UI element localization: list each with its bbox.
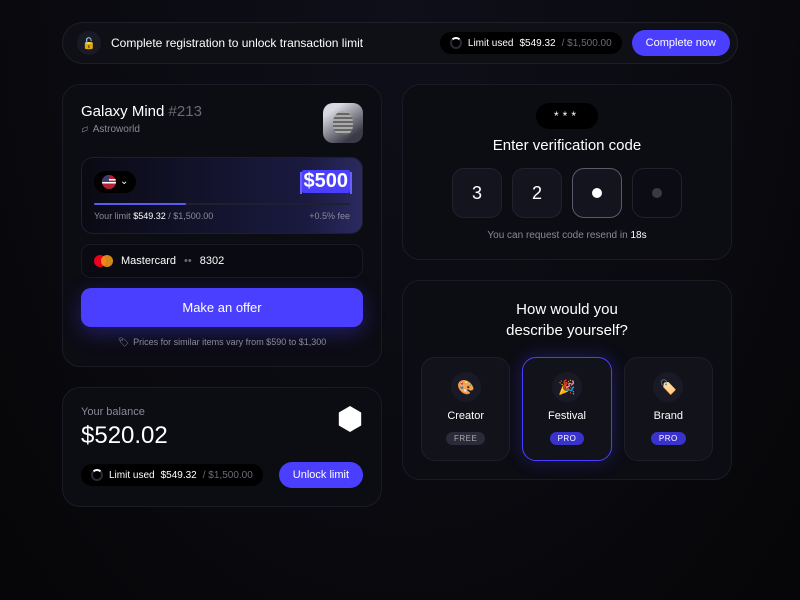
price-hint: 🏷 Prices for similar items vary from $59… [81, 337, 363, 348]
code-mask: *** [536, 103, 598, 129]
spinner-icon [91, 469, 103, 481]
nft-avatar [323, 103, 363, 143]
verification-card: *** Enter verification code 3 2 You can … [402, 84, 732, 260]
limit-used: $549.32 [519, 38, 555, 49]
code-cell-1[interactable]: 3 [452, 168, 502, 218]
make-offer-button[interactable]: Make an offer [81, 288, 363, 327]
describe-card: How would you describe yourself? 🎨 Creat… [402, 280, 732, 480]
offer-collection: ▱ Astroworld [81, 124, 202, 135]
payment-method[interactable]: Mastercard •• 8302 [81, 244, 363, 278]
balance-label: Your balance [81, 406, 363, 418]
unlock-limit-button[interactable]: Unlock limit [279, 462, 363, 488]
amount-box: ⌄ $500 Your limit $549.32 / $1,500.00 +0… [81, 157, 363, 234]
limit-pill: Limit used $549.32 / $1,500.00 [440, 32, 622, 54]
complete-now-button[interactable]: Complete now [632, 30, 730, 56]
tag-icon: ▱ [79, 123, 90, 136]
palette-icon: 🎨 [451, 372, 481, 402]
balance-value: $520.02 [81, 422, 363, 450]
us-flag-icon [102, 175, 116, 189]
banner-text: Complete registration to unlock transact… [111, 36, 430, 50]
verify-title: Enter verification code [421, 137, 713, 154]
spinner-icon [450, 37, 462, 49]
currency-selector[interactable]: ⌄ [94, 171, 136, 193]
option-brand[interactable]: 🏷️ Brand PRO [624, 357, 713, 461]
amount-input[interactable]: $500 [302, 170, 351, 193]
code-cell-2[interactable]: 2 [512, 168, 562, 218]
fee-label: +0.5% fee [309, 211, 350, 221]
limit-total: / $1,500.00 [562, 38, 612, 49]
limit-label: Limit used [468, 38, 514, 49]
offer-card: Galaxy Mind #213 ▱ Astroworld ⌄ $500 [62, 84, 382, 367]
describe-title: How would you describe yourself? [421, 299, 713, 341]
chevron-down-icon: ⌄ [120, 176, 128, 187]
option-festival[interactable]: 🎉 Festival PRO [522, 357, 611, 461]
mastercard-icon [94, 255, 113, 267]
unlock-icon: 🔓 [77, 31, 101, 55]
tag-icon: 🏷 [118, 337, 129, 348]
option-creator[interactable]: 🎨 Creator FREE [421, 357, 510, 461]
balance-card: Your balance $520.02 Limit used $549.32 … [62, 387, 382, 507]
balance-limit-pill: Limit used $549.32 / $1,500.00 [81, 464, 263, 486]
confetti-icon: 🎉 [552, 372, 582, 402]
limit-progress [94, 203, 350, 205]
label-icon: 🏷️ [653, 372, 683, 402]
registration-banner: 🔓 Complete registration to unlock transa… [62, 22, 738, 64]
code-cell-4[interactable] [632, 168, 682, 218]
offer-title: Galaxy Mind #213 [81, 103, 202, 120]
code-cell-3[interactable] [572, 168, 622, 218]
code-input-row: 3 2 [421, 168, 713, 218]
resend-text: You can request code resend in 18s [421, 230, 713, 241]
